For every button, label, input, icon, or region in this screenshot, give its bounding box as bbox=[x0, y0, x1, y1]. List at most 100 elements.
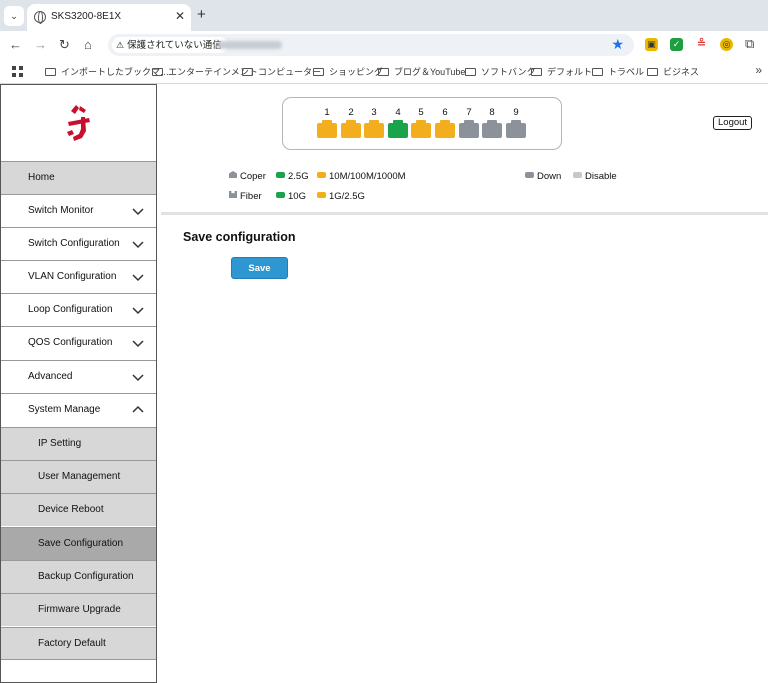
divider bbox=[161, 212, 768, 215]
sidebar-subitem-label: Factory Default bbox=[38, 638, 106, 649]
legend-label: 10M/100M/1000M bbox=[329, 171, 406, 182]
port-number: 6 bbox=[442, 107, 448, 118]
extension-icon[interactable]: ▣ bbox=[645, 38, 658, 51]
port-3-indicator[interactable] bbox=[364, 120, 384, 138]
address-bar[interactable]: ⚠ 保護されていない通信 ★ bbox=[108, 34, 634, 56]
port-6-indicator[interactable] bbox=[435, 120, 455, 138]
save-button[interactable]: Save bbox=[231, 257, 288, 279]
chevron-down-icon bbox=[132, 307, 144, 315]
home-icon[interactable]: ⌂ bbox=[84, 37, 92, 53]
chevron-down-icon bbox=[132, 241, 144, 249]
port-number: 4 bbox=[395, 107, 401, 118]
port-8-indicator[interactable] bbox=[482, 120, 502, 138]
checkmark-extension-icon[interactable]: ✓ bbox=[670, 38, 683, 51]
legend-down: Down bbox=[525, 171, 561, 183]
logout-button[interactable]: Logout bbox=[713, 116, 753, 130]
legend-label: Down bbox=[537, 171, 562, 182]
sidebar-item-label: System Manage bbox=[28, 404, 101, 415]
more-bookmarks-icon[interactable]: » bbox=[755, 63, 762, 77]
bookmark-folder[interactable]: トラベル bbox=[592, 64, 644, 80]
sidebar-subitem-save-configuration[interactable]: Save Configuration bbox=[1, 527, 156, 560]
port-5-indicator[interactable] bbox=[411, 120, 431, 138]
folder-icon bbox=[465, 68, 476, 76]
sidebar: Home Switch Monitor Switch Configuration… bbox=[0, 84, 157, 683]
amber-swatch bbox=[317, 172, 326, 178]
bookmark-star-icon[interactable]: ★ bbox=[611, 36, 624, 53]
green-swatch bbox=[276, 172, 285, 178]
logo bbox=[1, 85, 156, 161]
sidebar-item-switch-configuration[interactable]: Switch Configuration bbox=[1, 227, 156, 260]
sidebar-item-qos-configuration[interactable]: QOS Configuration bbox=[1, 326, 156, 359]
browser-tab[interactable]: SKS3200-8E1X ✕ bbox=[27, 4, 191, 31]
port-7-indicator[interactable] bbox=[459, 120, 479, 138]
bookmark-folder[interactable]: コンピューター bbox=[242, 64, 321, 80]
sidebar-subitem-ip-setting[interactable]: IP Setting bbox=[1, 427, 156, 460]
sidebar-subitem-backup-configuration[interactable]: Backup Configuration bbox=[1, 560, 156, 593]
port-9-indicator[interactable] bbox=[506, 120, 526, 138]
reload-icon[interactable]: ↻ bbox=[59, 37, 70, 53]
port-number: 3 bbox=[371, 107, 377, 118]
legend-fiber: Fiber bbox=[229, 191, 262, 203]
sidebar-item-loop-configuration[interactable]: Loop Configuration bbox=[1, 293, 156, 326]
sidebar-item-label: VLAN Configuration bbox=[28, 271, 117, 282]
warning-icon: ⚠ bbox=[116, 40, 125, 50]
port-number: 5 bbox=[418, 107, 424, 118]
legend-10m-100m-1000m: 10M/100M/1000M bbox=[317, 171, 406, 183]
bookmark-folder[interactable]: ショッピング bbox=[313, 64, 383, 80]
sidebar-item-label: QOS Configuration bbox=[28, 337, 113, 348]
apps-grid-icon[interactable] bbox=[12, 66, 23, 77]
folder-icon bbox=[647, 68, 658, 76]
port-4-indicator[interactable] bbox=[388, 120, 408, 138]
chevron-down-icon bbox=[132, 340, 144, 348]
security-label: 保護されていない通信 bbox=[127, 40, 222, 51]
sidebar-item-switch-monitor[interactable]: Switch Monitor bbox=[1, 194, 156, 227]
sidebar-subitem-label: Device Reboot bbox=[38, 504, 104, 515]
sidebar-item-vlan-configuration[interactable]: VLAN Configuration bbox=[1, 260, 156, 293]
bookmark-label: ショッピング bbox=[329, 67, 384, 77]
bookmark-folder[interactable]: ビジネス bbox=[647, 64, 699, 80]
legend-label: Disable bbox=[585, 171, 617, 182]
folder-icon bbox=[378, 68, 389, 76]
close-icon[interactable]: ✕ bbox=[175, 9, 185, 23]
security-chip[interactable]: ⚠ 保護されていない通信 bbox=[112, 37, 228, 53]
bookmark-folder[interactable]: デフォルト bbox=[531, 64, 592, 80]
sidebar-subitem-factory-default[interactable]: Factory Default bbox=[1, 627, 156, 660]
port-2-indicator[interactable] bbox=[341, 120, 361, 138]
legend-label: 10G bbox=[288, 191, 306, 202]
sidebar-subitem-label: IP Setting bbox=[38, 438, 82, 449]
folder-icon bbox=[152, 68, 163, 76]
sidebar-item-advanced[interactable]: Advanced bbox=[1, 360, 156, 393]
bookmark-label: トラベル bbox=[608, 67, 645, 77]
legend-disable: Disable bbox=[573, 171, 617, 183]
sidebar-subitem-device-reboot[interactable]: Device Reboot bbox=[1, 493, 156, 526]
tab-search-chevron-icon[interactable]: ⌄ bbox=[4, 6, 24, 26]
forward-icon[interactable]: → bbox=[34, 37, 47, 53]
legend-2-5g: 2.5G bbox=[276, 171, 309, 183]
port-1-indicator[interactable] bbox=[317, 120, 337, 138]
bookmark-folder[interactable]: インポートしたブックマ… bbox=[45, 64, 169, 80]
folder-icon bbox=[242, 68, 253, 76]
gray-swatch bbox=[525, 172, 534, 178]
yellow-extension-icon[interactable]: ◎ bbox=[720, 38, 733, 51]
sidebar-subitem-user-management[interactable]: User Management bbox=[1, 460, 156, 493]
new-tab-icon[interactable]: + bbox=[197, 6, 206, 23]
page-title: Save configuration bbox=[183, 230, 296, 244]
bookmark-label: ソフトバンク bbox=[481, 67, 536, 77]
legend-label: 2.5G bbox=[288, 171, 309, 182]
sidebar-item-label: Home bbox=[28, 172, 55, 183]
sidebar-item-label: Advanced bbox=[28, 371, 73, 382]
bookmark-label: デフォルト bbox=[547, 67, 593, 77]
sidebar-item-home[interactable]: Home bbox=[1, 161, 156, 194]
sidebar-item-system-manage[interactable]: System Manage bbox=[1, 393, 156, 426]
bookmark-label: ビジネス bbox=[663, 67, 700, 77]
tab-title: SKS3200-8E1X bbox=[51, 11, 122, 22]
back-icon[interactable]: ← bbox=[9, 37, 22, 53]
bookmark-folder[interactable]: ソフトバンク bbox=[465, 64, 535, 80]
sidebar-subitem-firmware-upgrade[interactable]: Firmware Upgrade bbox=[1, 593, 156, 626]
extensions-puzzle-icon[interactable]: ⧉ bbox=[745, 36, 754, 52]
browser-tab-bar: ⌄ SKS3200-8E1X ✕ + bbox=[0, 0, 768, 31]
bookmarks-bar: インポートしたブックマ… エンターテインメント コンピューター ショッピング ブ… bbox=[0, 60, 768, 84]
bookmark-folder[interactable]: ブログ＆YouTube bbox=[378, 64, 465, 80]
main-content: 1 2 3 4 5 6 7 8 9 Logout Coper 2.5G 10M/100M/100… bbox=[157, 84, 768, 683]
red-extension-icon[interactable]: ≗ bbox=[695, 38, 708, 51]
